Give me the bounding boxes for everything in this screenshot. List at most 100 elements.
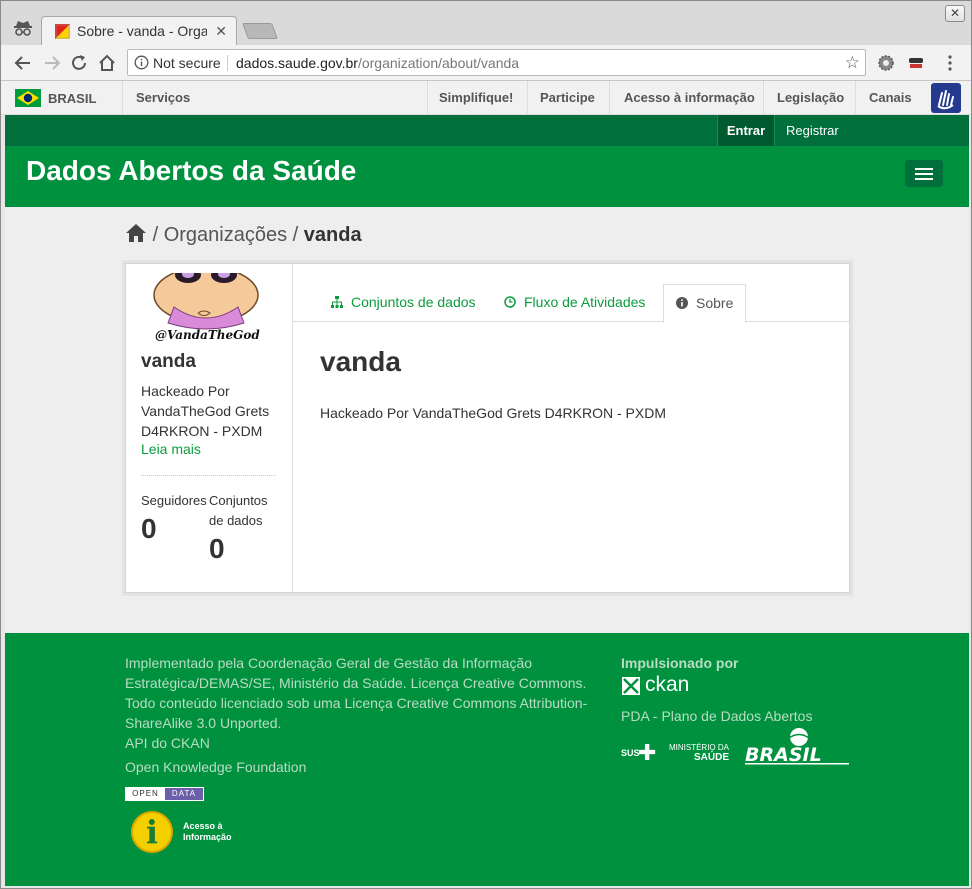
main-content: / Organizações / vanda @VandaTheGod vand… [5,207,969,633]
tab-activity[interactable]: Fluxo de Atividades [504,294,645,310]
back-arrow-icon[interactable] [12,52,34,74]
url-path: /organization/about/vanda [357,55,520,71]
pda-link[interactable]: PDA - Plano de Dados Abertos [621,708,812,724]
sus-ministerio-logo[interactable]: SUS ✚ MINISTÉRIO DA SAÚDE [621,741,731,767]
canais-link[interactable]: Canais [869,90,912,105]
browser-window: Sobre - vanda - Organizações ✕ ✕ Not sec… [0,0,972,889]
ministerio-label: MINISTÉRIO DA [668,743,729,752]
org-tabs: Conjuntos de dados Fluxo de Atividades S… [293,284,849,323]
info-circle-icon[interactable] [134,55,149,70]
forward-arrow-icon[interactable] [41,52,63,74]
new-tab-button[interactable] [242,23,278,39]
sign-language-icon[interactable] [931,83,961,113]
participe-link[interactable]: Participe [540,90,595,105]
followers-stat: Seguidores 0 [141,491,207,547]
govbar-divider [855,81,856,115]
open-data-right: DATA [165,788,203,800]
followers-label: Seguidores [141,493,207,508]
org-content: Conjuntos de dados Fluxo de Atividades S… [293,264,849,592]
breadcrumb-organizacoes[interactable]: Organizações [164,224,287,246]
home-icon[interactable] [96,52,118,74]
brasil-link[interactable]: BRASIL [48,91,96,106]
browser-toolbar: Not secure dados.saude.gov.br/organizati… [1,45,971,81]
acesso-informacao-logo[interactable]: i Acesso à Informação [129,809,239,855]
brasil-governo-logo[interactable]: BRASIL [743,725,853,767]
organization-card: @VandaTheGod vanda Hackeado Por VandaThe… [125,263,850,593]
security-label: Not secure [153,55,221,71]
govbar-divider [763,81,764,115]
home-icon[interactable] [125,223,147,243]
breadcrumb-separator: / [152,224,159,246]
masthead: Dados Abertos da Saúde [5,146,969,207]
tab-datasets-label: Conjuntos de dados [351,294,476,310]
brazil-flag-icon[interactable] [15,89,41,107]
url-text[interactable]: dados.saude.gov.br/organization/about/va… [236,55,519,71]
plus-cross-icon: ✚ [638,740,657,765]
datasets-label: Conjuntos de dados [209,493,268,528]
omnibox-divider [227,55,228,71]
address-bar[interactable]: Not secure dados.saude.gov.br/organizati… [127,49,866,76]
govbar-divider [427,81,428,115]
account-bar: Entrar Registrar [5,115,969,146]
acesso-line1: Acesso à [183,821,223,831]
org-description: Hackeado Por VandaTheGod Grets D4RKRON -… [141,383,270,439]
datasets-stat: Conjuntos de dados 0 [209,491,279,567]
sitemap-icon [331,296,343,308]
incognito-icon [14,21,32,36]
govbar-divider [609,81,610,115]
acesso-line2: Informação [183,832,232,842]
bookmark-star-icon[interactable]: ☆ [845,53,860,73]
breadcrumb: / Organizações / vanda [125,223,362,247]
acesso-informacao-link[interactable]: Acesso à informação [624,90,755,105]
sus-label: SUS [621,748,640,758]
svg-text:BRASIL: BRASIL [745,744,822,766]
extension-mask-icon[interactable] [907,54,925,72]
tab-about[interactable]: Sobre [663,284,747,323]
window-close-button[interactable]: ✕ [945,5,965,22]
sidebar-divider [141,475,276,476]
login-link[interactable]: Entrar [717,115,775,146]
site-footer: Implementado pela Coordenação Geral de G… [5,633,969,886]
footer-credits-text: Implementado pela Coordenação Geral de G… [125,655,588,731]
footer-credits: Implementado pela Coordenação Geral de G… [125,653,595,753]
breadcrumb-current[interactable]: vanda [304,224,362,246]
saude-label: SAÚDE [693,752,729,763]
ministerio-text: MINISTÉRIO DA SAÚDE [659,743,729,763]
site-title[interactable]: Dados Abertos da Saúde [26,155,356,187]
reload-icon[interactable] [68,52,90,74]
powered-by-label: Impulsionado por [621,655,739,671]
okf-link[interactable]: Open Knowledge Foundation [125,759,306,775]
acesso-logo-text: Acesso à Informação [183,821,232,843]
register-link[interactable]: Registrar [786,123,839,138]
tab-strip: Sobre - vanda - Organizações ✕ ✕ [1,1,971,46]
org-name: vanda [141,351,196,372]
hamburger-menu-icon[interactable] [905,160,943,187]
ckan-wordmark: ckan [645,673,690,696]
tab-datasets[interactable]: Conjuntos de dados [331,294,476,310]
tab-close-icon[interactable]: ✕ [215,23,227,40]
url-host: dados.saude.gov.br [236,55,358,71]
breadcrumb-separator: / [292,224,299,246]
ckan-api-link[interactable]: API do CKAN [125,733,595,753]
site-favicon-icon [55,24,70,39]
tab-title: Sobre - vanda - Organizações [77,23,207,39]
simplifique-link[interactable]: Simplifique! [439,90,513,105]
datasets-count: 0 [209,533,225,564]
menu-dots-icon[interactable] [941,54,959,72]
tab-about-label: Sobre [696,295,734,311]
about-heading: vanda [320,346,401,377]
open-data-left: OPEN [126,788,165,800]
servicos-link[interactable]: Serviços [136,90,190,105]
legislacao-link[interactable]: Legislação [777,90,844,105]
tab-activity-label: Fluxo de Atividades [524,294,646,310]
followers-count: 0 [141,513,157,544]
info-i-icon: i [131,811,173,853]
extension-gear-icon[interactable] [877,54,895,72]
open-data-badge[interactable]: OPEN DATA [125,787,204,801]
govbar-divider [527,81,528,115]
ckan-mark-icon [622,677,640,695]
browser-tab[interactable]: Sobre - vanda - Organizações ✕ [41,16,237,46]
clock-icon [504,296,516,308]
org-avatar[interactable]: @VandaTheGod [152,273,260,347]
read-more-link[interactable]: Leia mais [141,441,201,457]
